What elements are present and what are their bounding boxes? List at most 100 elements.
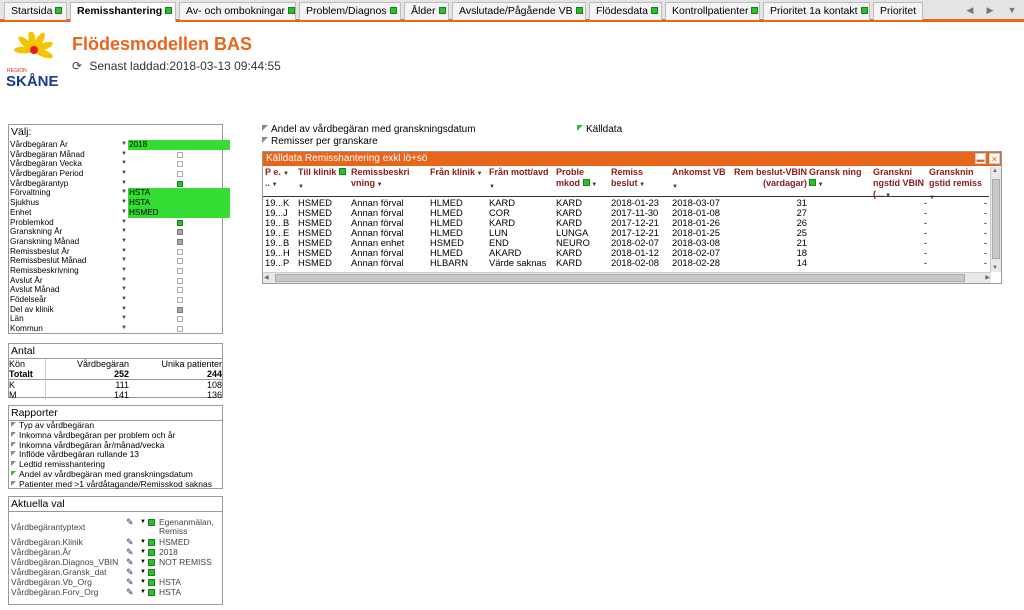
sort-arrow-icon[interactable]: ▼ [375, 182, 383, 188]
column-header[interactable]: Gransk ning ▼ [809, 167, 871, 191]
antal-kon[interactable]: M [9, 390, 46, 400]
antal-kon[interactable]: Totalt [9, 369, 46, 380]
sort-arrow-icon[interactable]: ▼ [489, 184, 495, 190]
listbox-5[interactable]: Förvaltning ▼ HSTA [9, 188, 230, 199]
listbox-value[interactable] [128, 227, 230, 237]
selection-dropdown-icon[interactable]: ▼ [140, 548, 146, 557]
selection-dropdown-icon[interactable]: ▼ [140, 558, 146, 567]
dropdown-arrow-icon[interactable]: ▼ [121, 285, 127, 295]
listbox-value[interactable]: HSTA [128, 198, 230, 208]
listbox-value[interactable] [128, 159, 230, 169]
tab-5[interactable]: Avslutade/Pågående VB [452, 2, 586, 20]
dropdown-arrow-icon[interactable]: ▼ [121, 198, 127, 208]
sort-arrow-icon[interactable]: ▼ [475, 171, 483, 177]
tab-9[interactable]: Prioritet [873, 2, 923, 20]
tab-7[interactable]: Kontrollpatienter [665, 2, 760, 20]
dropdown-arrow-icon[interactable]: ▼ [121, 169, 127, 179]
tab-2[interactable]: Av- och ombokningar [179, 2, 296, 20]
column-header[interactable]: Remissbeskri vning ▼ [351, 167, 429, 191]
listbox-2[interactable]: Vårdbegäran Vecka ▼ [9, 159, 222, 169]
table-row[interactable]: 19... E HSMED Annan förval HLMED LUN LUNGA 2017… [263, 228, 989, 238]
listbox-value[interactable]: 2018 [128, 140, 230, 150]
table-row[interactable]: 19... H HSMED Annan förval HLMED AKARD KARD 201… [263, 248, 989, 258]
dropdown-arrow-icon[interactable]: ▼ [121, 208, 127, 218]
vertical-scroll-thumb[interactable] [992, 179, 1000, 259]
listbox-3[interactable]: Vårdbegäran Period ▼ [9, 169, 222, 179]
selection-dropdown-icon[interactable]: ▼ [140, 588, 146, 597]
selection-dropdown-icon[interactable]: ▼ [140, 568, 146, 577]
listbox-12[interactable]: Remissbeslut Månad ▼ [9, 256, 222, 266]
clear-selection-icon[interactable]: ✎ [126, 518, 134, 527]
tab-scroll-right-icon[interactable]: ▶ [982, 3, 998, 18]
selection-dropdown-icon[interactable]: ▼ [140, 578, 146, 587]
listbox-11[interactable]: Remissbeslut År ▼ [9, 247, 222, 257]
listbox-value[interactable] [128, 247, 230, 257]
clear-selection-icon[interactable]: ✎ [126, 538, 134, 547]
listbox-0[interactable]: Vårdbegäran År ▼ 2018 [9, 140, 230, 150]
tab-0[interactable]: Startsida [4, 2, 67, 20]
listbox-16[interactable]: Födelseår ▼ [9, 295, 222, 305]
dropdown-arrow-icon[interactable]: ▼ [121, 179, 127, 189]
report-tab-kalldata[interactable]: Källdata [577, 124, 622, 135]
dropdown-arrow-icon[interactable]: ▼ [121, 159, 127, 169]
clear-selection-icon[interactable]: ✎ [126, 558, 134, 567]
listbox-value[interactable] [128, 218, 230, 228]
sort-arrow-icon[interactable]: ▼ [298, 184, 304, 190]
listbox-10[interactable]: Granskning Månad ▼ [9, 237, 222, 247]
column-header[interactable]: Från mott/avd ▼ [489, 167, 555, 193]
table-row[interactable]: 19... B HSMED Annan enhet HSMED END NEURO 2018-… [263, 238, 989, 248]
listbox-value[interactable] [128, 276, 230, 286]
listbox-value[interactable] [128, 314, 230, 324]
listbox-value[interactable]: HSMED [128, 207, 230, 218]
tab-3[interactable]: Problem/Diagnos [299, 2, 401, 20]
horizontal-scrollbar[interactable]: ◀ ▶ [263, 272, 991, 283]
sort-arrow-icon[interactable]: ▼ [270, 182, 278, 188]
column-header[interactable]: Till klinik ▼ [298, 167, 350, 193]
listbox-19[interactable]: Kommun ▼ [9, 324, 222, 334]
clear-selection-icon[interactable]: ✎ [126, 588, 134, 597]
listbox-14[interactable]: Avslut År ▼ [9, 276, 222, 286]
listbox-18[interactable]: Län ▼ [9, 314, 222, 324]
tab-list-icon[interactable]: ▼ [1004, 3, 1020, 18]
report-tab-remisser[interactable]: Remisser per granskare [262, 136, 378, 147]
clear-selection-icon[interactable]: ✎ [126, 568, 134, 577]
listbox-value[interactable] [128, 179, 230, 189]
tab-1[interactable]: Remisshantering [70, 2, 176, 22]
listbox-value[interactable] [128, 256, 230, 266]
scroll-right-icon[interactable]: ▶ [985, 274, 990, 281]
column-header[interactable]: ▼ [283, 167, 297, 180]
scroll-up-icon[interactable]: ▲ [992, 168, 998, 174]
table-row[interactable]: 19... K HSMED Annan förval HLMED KARD KARD 2018… [263, 198, 989, 208]
listbox-6[interactable]: Sjukhus ▼ HSTA [9, 198, 230, 208]
report-tab-andel[interactable]: Andel av vårdbegäran med granskningsdatu… [262, 124, 476, 135]
report-link[interactable]: Patienter med >1 vårdåtagande/Remisskod … [9, 479, 222, 490]
dropdown-arrow-icon[interactable]: ▼ [121, 150, 127, 160]
selection-dropdown-icon[interactable]: ▼ [140, 518, 146, 527]
clear-selection-icon[interactable]: ✎ [126, 548, 134, 557]
antal-col-kon[interactable]: Kön [9, 359, 46, 369]
dropdown-arrow-icon[interactable]: ▼ [121, 324, 127, 334]
listbox-value[interactable] [128, 150, 230, 160]
horizontal-scroll-thumb[interactable] [275, 274, 965, 282]
antal-col-vb[interactable]: Vårdbegäran [45, 359, 129, 369]
listbox-7[interactable]: Enhet ▼ HSMED [9, 207, 230, 218]
tab-4[interactable]: Ålder [404, 2, 449, 20]
column-header[interactable]: Proble mkod ▼ [556, 167, 610, 191]
dropdown-arrow-icon[interactable]: ▼ [121, 256, 127, 266]
dropdown-arrow-icon[interactable]: ▼ [121, 305, 127, 315]
export-excel-icon[interactable]: ✕ [989, 153, 1000, 164]
listbox-value[interactable] [128, 324, 230, 334]
dropdown-arrow-icon[interactable]: ▼ [121, 276, 127, 286]
listbox-9[interactable]: Granskning År ▼ [9, 227, 222, 237]
table-row[interactable]: 19... B HSMED Annan förval HLMED KARD KARD 2017… [263, 218, 989, 228]
dropdown-arrow-icon[interactable]: ▼ [121, 140, 127, 150]
dropdown-arrow-icon[interactable]: ▼ [121, 227, 127, 237]
listbox-value[interactable] [128, 305, 230, 315]
column-header[interactable]: P e. .. ▼ [265, 167, 282, 191]
listbox-value[interactable] [128, 295, 230, 305]
selection-dropdown-icon[interactable]: ▼ [140, 538, 146, 547]
listbox-8[interactable]: Problemkod ▼ [9, 218, 222, 228]
table-row[interactable]: 19... P HSMED Annan förval HLBARN Värde sakna… [263, 258, 989, 268]
column-header[interactable]: Remiss beslut ▼ [611, 167, 671, 191]
tab-scroll-left-icon[interactable]: ◀ [962, 3, 978, 18]
